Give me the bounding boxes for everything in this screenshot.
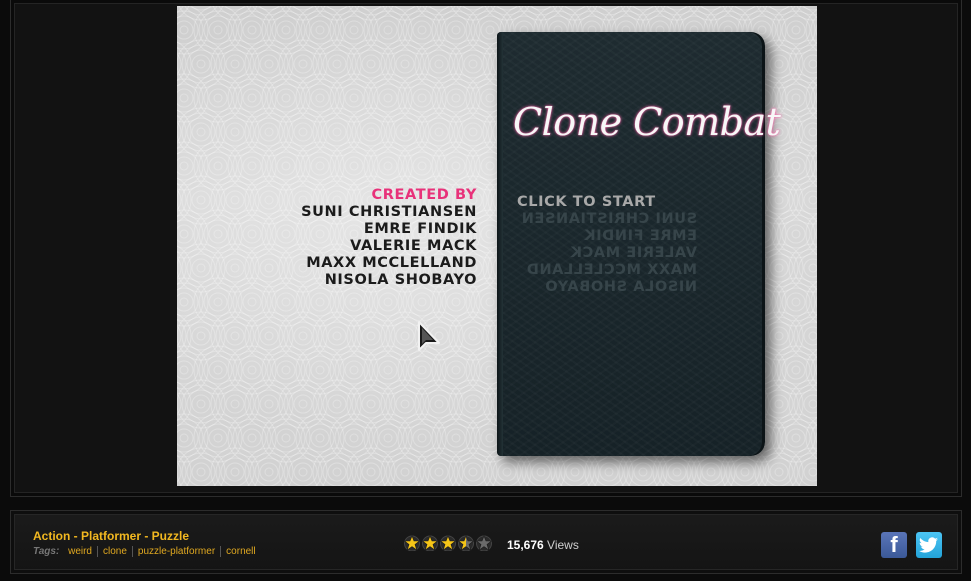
credit-name: MAXX MCCLELLAND	[306, 255, 477, 271]
mouse-cursor-icon	[418, 321, 440, 351]
tag-link[interactable]: weird	[68, 546, 97, 557]
tag-link[interactable]: puzzle-platformer	[131, 546, 221, 557]
views-number: 15,676	[507, 538, 544, 552]
views-label: Views	[547, 538, 579, 552]
star-icon[interactable]	[440, 535, 456, 551]
tag-link[interactable]: cornell	[220, 546, 261, 557]
mirrored-credit: NISOLA SHOBAYO	[544, 279, 697, 295]
star-rating[interactable]	[404, 535, 492, 551]
twitter-share-button[interactable]	[916, 532, 942, 558]
twitter-icon	[919, 537, 938, 553]
book-spine	[497, 32, 503, 456]
credits-block: CREATED BY SUNI CHRISTIANSEN EMRE FINDIK…	[301, 187, 477, 289]
star-icon[interactable]	[458, 535, 474, 551]
click-to-start-button[interactable]: CLICK TO START	[517, 194, 693, 211]
facebook-share-button[interactable]: f	[881, 532, 907, 558]
game-title: Clone Combat	[513, 100, 781, 144]
category-links[interactable]: Action - Platformer - Puzzle	[33, 529, 189, 543]
game-canvas[interactable]: CREATED BY SUNI CHRISTIANSEN EMRE FINDIK…	[177, 6, 817, 486]
star-icon[interactable]	[404, 535, 420, 551]
credit-name: EMRE FINDIK	[363, 221, 477, 237]
mirrored-credit: MAXX MCCLELLAND	[526, 262, 697, 278]
start-menu: CLICK TO START SUNI CHRISTIANSEN EMRE FI…	[517, 194, 697, 296]
credit-name: SUNI CHRISTIANSEN	[301, 204, 477, 220]
mirrored-credit: SUNI CHRISTIANSEN	[521, 211, 697, 227]
star-icon[interactable]	[422, 535, 438, 551]
star-icon[interactable]	[476, 535, 492, 551]
game-info-bar: Action - Platformer - Puzzle Tags: weird…	[10, 510, 962, 574]
tags-row: Tags: weird clone puzzle-platformer cornell	[33, 546, 261, 557]
book-cover[interactable]: Clone Combat CLICK TO START SUNI CHRISTI…	[497, 32, 781, 456]
credit-name: NISOLA SHOBAYO	[324, 272, 477, 288]
facebook-icon: f	[890, 532, 898, 557]
credit-name: VALERIE MACK	[350, 238, 477, 254]
tag-link[interactable]: clone	[97, 546, 132, 557]
mirrored-credit: EMRE FINDIK	[583, 228, 697, 244]
mirrored-credit: VALERIE MACK	[570, 245, 697, 261]
view-count: 15,676 Views	[507, 538, 579, 552]
tags-label: Tags:	[33, 546, 60, 557]
credits-heading: CREATED BY	[371, 187, 477, 203]
game-frame: CREATED BY SUNI CHRISTIANSEN EMRE FINDIK…	[10, 0, 962, 497]
